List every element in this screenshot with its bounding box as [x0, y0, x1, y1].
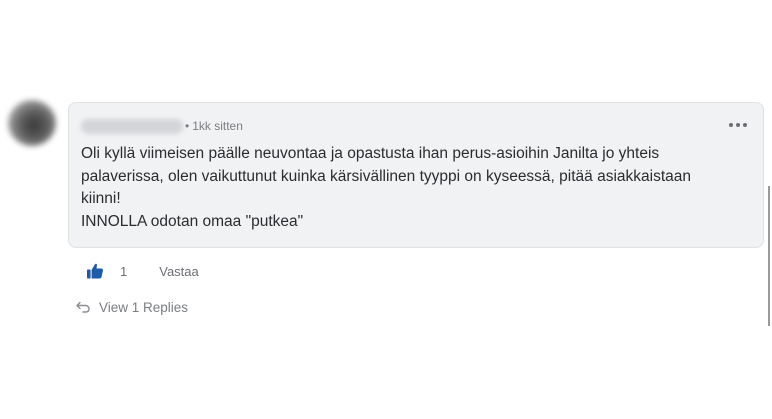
comment-page: • 1kk sitten Oli kyllä viimeisen päälle n…	[0, 0, 772, 419]
comment-text-line: INNOLLA odotan omaa "putkea"	[81, 212, 304, 230]
comment-bubble: • 1kk sitten Oli kyllä viimeisen päälle n…	[68, 102, 764, 248]
comment-meta: • 1kk sitten	[185, 119, 243, 134]
avatar[interactable]	[8, 100, 56, 146]
comment-actions: 1 Vastaa	[84, 260, 199, 282]
comment-text-line: palaverissa, olen vaikuttunut kuinka kär…	[81, 167, 692, 185]
reply-arrow-icon	[76, 301, 90, 313]
thumbs-up-icon[interactable]	[84, 260, 106, 282]
view-replies-label: View 1 Replies	[99, 299, 189, 315]
scrollbar-edge	[768, 186, 770, 326]
view-replies-button[interactable]: View 1 Replies	[75, 299, 188, 315]
comment-timestamp: 1kk sitten	[192, 119, 243, 133]
comment-text: Oli kyllä viimeisen päälle neuvontaa ja …	[81, 143, 741, 233]
comment-text-line: Oli kyllä viimeisen päälle neuvontaa ja …	[81, 145, 660, 162]
author-name-blurred[interactable]	[81, 119, 183, 134]
meta-separator: •	[185, 119, 190, 133]
comment-text-line: kiinni!	[81, 190, 121, 207]
like-count: 1	[120, 263, 128, 279]
more-options-icon[interactable]	[727, 115, 749, 135]
reply-button[interactable]: Vastaa	[159, 264, 199, 279]
